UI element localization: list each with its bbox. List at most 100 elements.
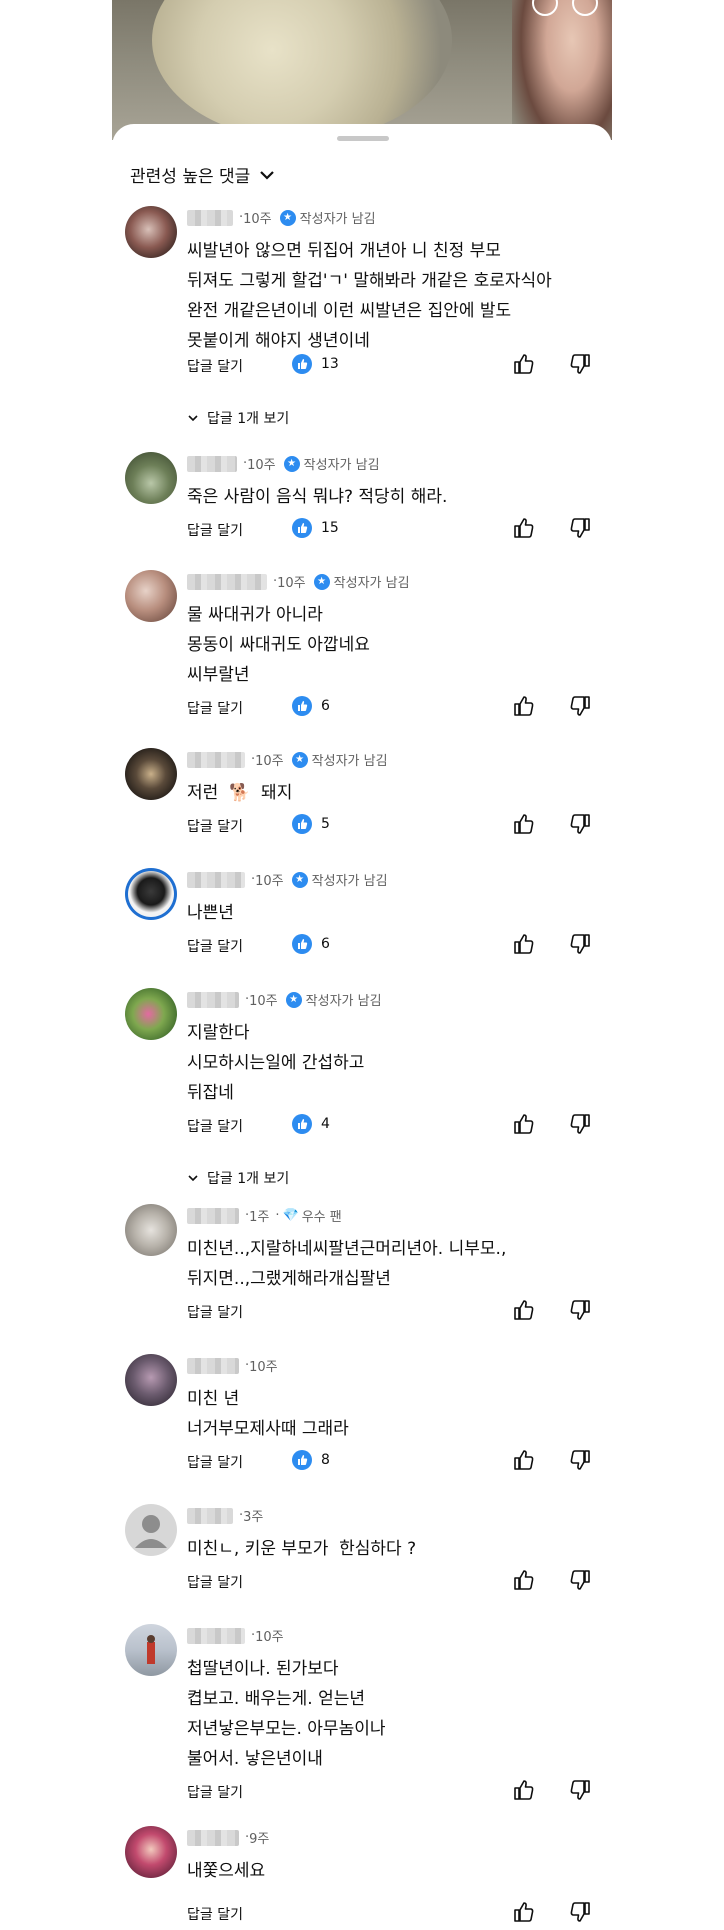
author-name-blurred[interactable]: [187, 209, 233, 226]
like-count: 15: [321, 520, 339, 536]
comment-text: 내쫓으세요: [187, 1861, 266, 1881]
comment-text: 미친ㄴ, 키운 부모가 한심하다 ?: [187, 1539, 417, 1559]
thumb-down-icon[interactable]: [568, 1298, 592, 1322]
creator-badge: ★ 작성자가 남김: [283, 454, 380, 473]
thumb-down-icon[interactable]: [568, 694, 592, 718]
sort-label: 관련성 높은 댓글: [130, 167, 251, 187]
reply-button[interactable]: 답글 달기: [187, 520, 243, 540]
comment-actions: 답글 달기 13: [187, 352, 595, 380]
author-name-blurred[interactable]: [187, 751, 245, 768]
comment-text: 저런 🐕 돼지: [187, 783, 293, 803]
chevron-down-icon: [188, 1175, 198, 1182]
comment-meta: · 10주 ★ 작성자가 남김: [187, 870, 388, 889]
creator-badge-label: 작성자가 남김: [333, 576, 410, 591]
creator-badge-label: 작성자가 남김: [311, 754, 388, 769]
thumb-up-icon[interactable]: [512, 1448, 536, 1472]
comment-text: 지랄한다 시모하시는일에 간섭하고 뒤잡네: [187, 1023, 365, 1103]
reply-button[interactable]: 답글 달기: [187, 1452, 243, 1472]
reply-button[interactable]: 답글 달기: [187, 698, 243, 718]
view-replies-button[interactable]: 답글 1개 보기: [187, 408, 289, 428]
comment-meta: · 10주: [187, 1626, 284, 1645]
thumb-down-icon[interactable]: [568, 1900, 592, 1924]
avatar[interactable]: [125, 1354, 177, 1406]
thumb-up-icon[interactable]: [512, 932, 536, 956]
creator-badge-label: 작성자가 남김: [311, 874, 388, 889]
comment-actions: 답글 달기 4: [187, 1112, 595, 1140]
comment-meta: · 1주 · 💎 우수 팬: [187, 1206, 342, 1225]
author-name-blurred[interactable]: [187, 991, 239, 1008]
thumb-up-icon[interactable]: [512, 352, 536, 376]
avatar[interactable]: [125, 452, 177, 504]
author-name-blurred[interactable]: [187, 573, 267, 590]
thumb-up-icon[interactable]: [512, 812, 536, 836]
thumb-down-icon[interactable]: [568, 1778, 592, 1802]
thumb-up-icon[interactable]: [512, 1112, 536, 1136]
video-player[interactable]: [112, 0, 612, 140]
avatar[interactable]: [125, 1826, 177, 1878]
thumb-down-icon[interactable]: [568, 1112, 592, 1136]
drag-handle[interactable]: [337, 136, 389, 141]
thumb-down-icon[interactable]: [568, 932, 592, 956]
reply-button[interactable]: 답글 달기: [187, 1302, 243, 1322]
thumb-up-icon[interactable]: [512, 1298, 536, 1322]
avatar[interactable]: [125, 868, 177, 920]
thumb-up-icon[interactable]: [512, 694, 536, 718]
thumb-down-icon[interactable]: [568, 1448, 592, 1472]
comment-actions: 답글 달기 15: [187, 516, 595, 544]
avatar[interactable]: [125, 206, 177, 258]
creator-like: 15: [292, 518, 339, 538]
liked-thumb-icon: [292, 696, 312, 716]
thumb-up-icon[interactable]: [512, 1778, 536, 1802]
video-frame-hair: [152, 0, 452, 140]
like-count: 6: [321, 936, 330, 952]
liked-thumb-icon: [292, 518, 312, 538]
view-replies-button[interactable]: 답글 1개 보기: [187, 1168, 289, 1188]
reply-button[interactable]: 답글 달기: [187, 1116, 243, 1136]
reply-button[interactable]: 답글 달기: [187, 936, 243, 956]
creator-badge: ★ 작성자가 남김: [279, 208, 376, 227]
author-name-blurred[interactable]: [187, 455, 237, 472]
avatar[interactable]: [125, 1204, 177, 1256]
thumb-down-icon[interactable]: [568, 352, 592, 376]
video-frame-person: [512, 0, 612, 140]
creator-like: 6: [292, 934, 330, 954]
author-name-blurred[interactable]: [187, 1357, 239, 1374]
star-icon: ★: [291, 871, 308, 888]
sort-dropdown[interactable]: 관련성 높은 댓글: [130, 162, 276, 187]
thumb-down-icon[interactable]: [568, 812, 592, 836]
thumb-up-icon[interactable]: [512, 516, 536, 540]
fan-badge: · 💎 우수 팬: [275, 1208, 342, 1225]
comment-meta: · 10주 ★ 작성자가 남김: [187, 750, 388, 769]
avatar[interactable]: [125, 748, 177, 800]
avatar[interactable]: [125, 988, 177, 1040]
liked-thumb-icon: [292, 1450, 312, 1470]
comment-text: 미친년..,지랄하네씨팔년근머리년아. 니부모., 뒤지면..,그랬게해라개십팔…: [187, 1239, 507, 1289]
creator-like: 13: [292, 354, 339, 374]
author-name-blurred[interactable]: [187, 1627, 245, 1644]
liked-thumb-icon: [292, 934, 312, 954]
author-name-blurred[interactable]: [187, 1829, 239, 1846]
comment-text: 물 싸대귀가 아니라 몽동이 싸대귀도 아깝네요 씨부랄년: [187, 605, 370, 685]
reply-button[interactable]: 답글 달기: [187, 1572, 243, 1592]
reply-button[interactable]: 답글 달기: [187, 816, 243, 836]
comment-meta: · 3주: [187, 1506, 263, 1525]
reply-button[interactable]: 답글 달기: [187, 1782, 243, 1802]
avatar[interactable]: [125, 570, 177, 622]
thumb-up-icon[interactable]: [512, 1568, 536, 1592]
author-name-blurred[interactable]: [187, 1507, 233, 1524]
thumb-down-icon[interactable]: [568, 516, 592, 540]
comment-text: 죽은 사람이 음식 뭐냐? 적당히 해라.: [187, 487, 448, 507]
creator-badge: ★ 작성자가 남김: [313, 572, 410, 591]
thumb-up-icon[interactable]: [512, 1900, 536, 1924]
reply-button[interactable]: 답글 달기: [187, 1904, 243, 1924]
thumb-down-icon[interactable]: [568, 1568, 592, 1592]
avatar-default-icon[interactable]: [125, 1504, 177, 1556]
liked-thumb-icon: [292, 814, 312, 834]
star-icon: ★: [291, 751, 308, 768]
comment-actions: 답글 달기 8: [187, 1448, 595, 1476]
author-name-blurred[interactable]: [187, 1207, 239, 1224]
author-name-blurred[interactable]: [187, 871, 245, 888]
avatar[interactable]: [125, 1624, 177, 1676]
reply-button[interactable]: 답글 달기: [187, 356, 243, 376]
creator-like: 8: [292, 1450, 330, 1470]
